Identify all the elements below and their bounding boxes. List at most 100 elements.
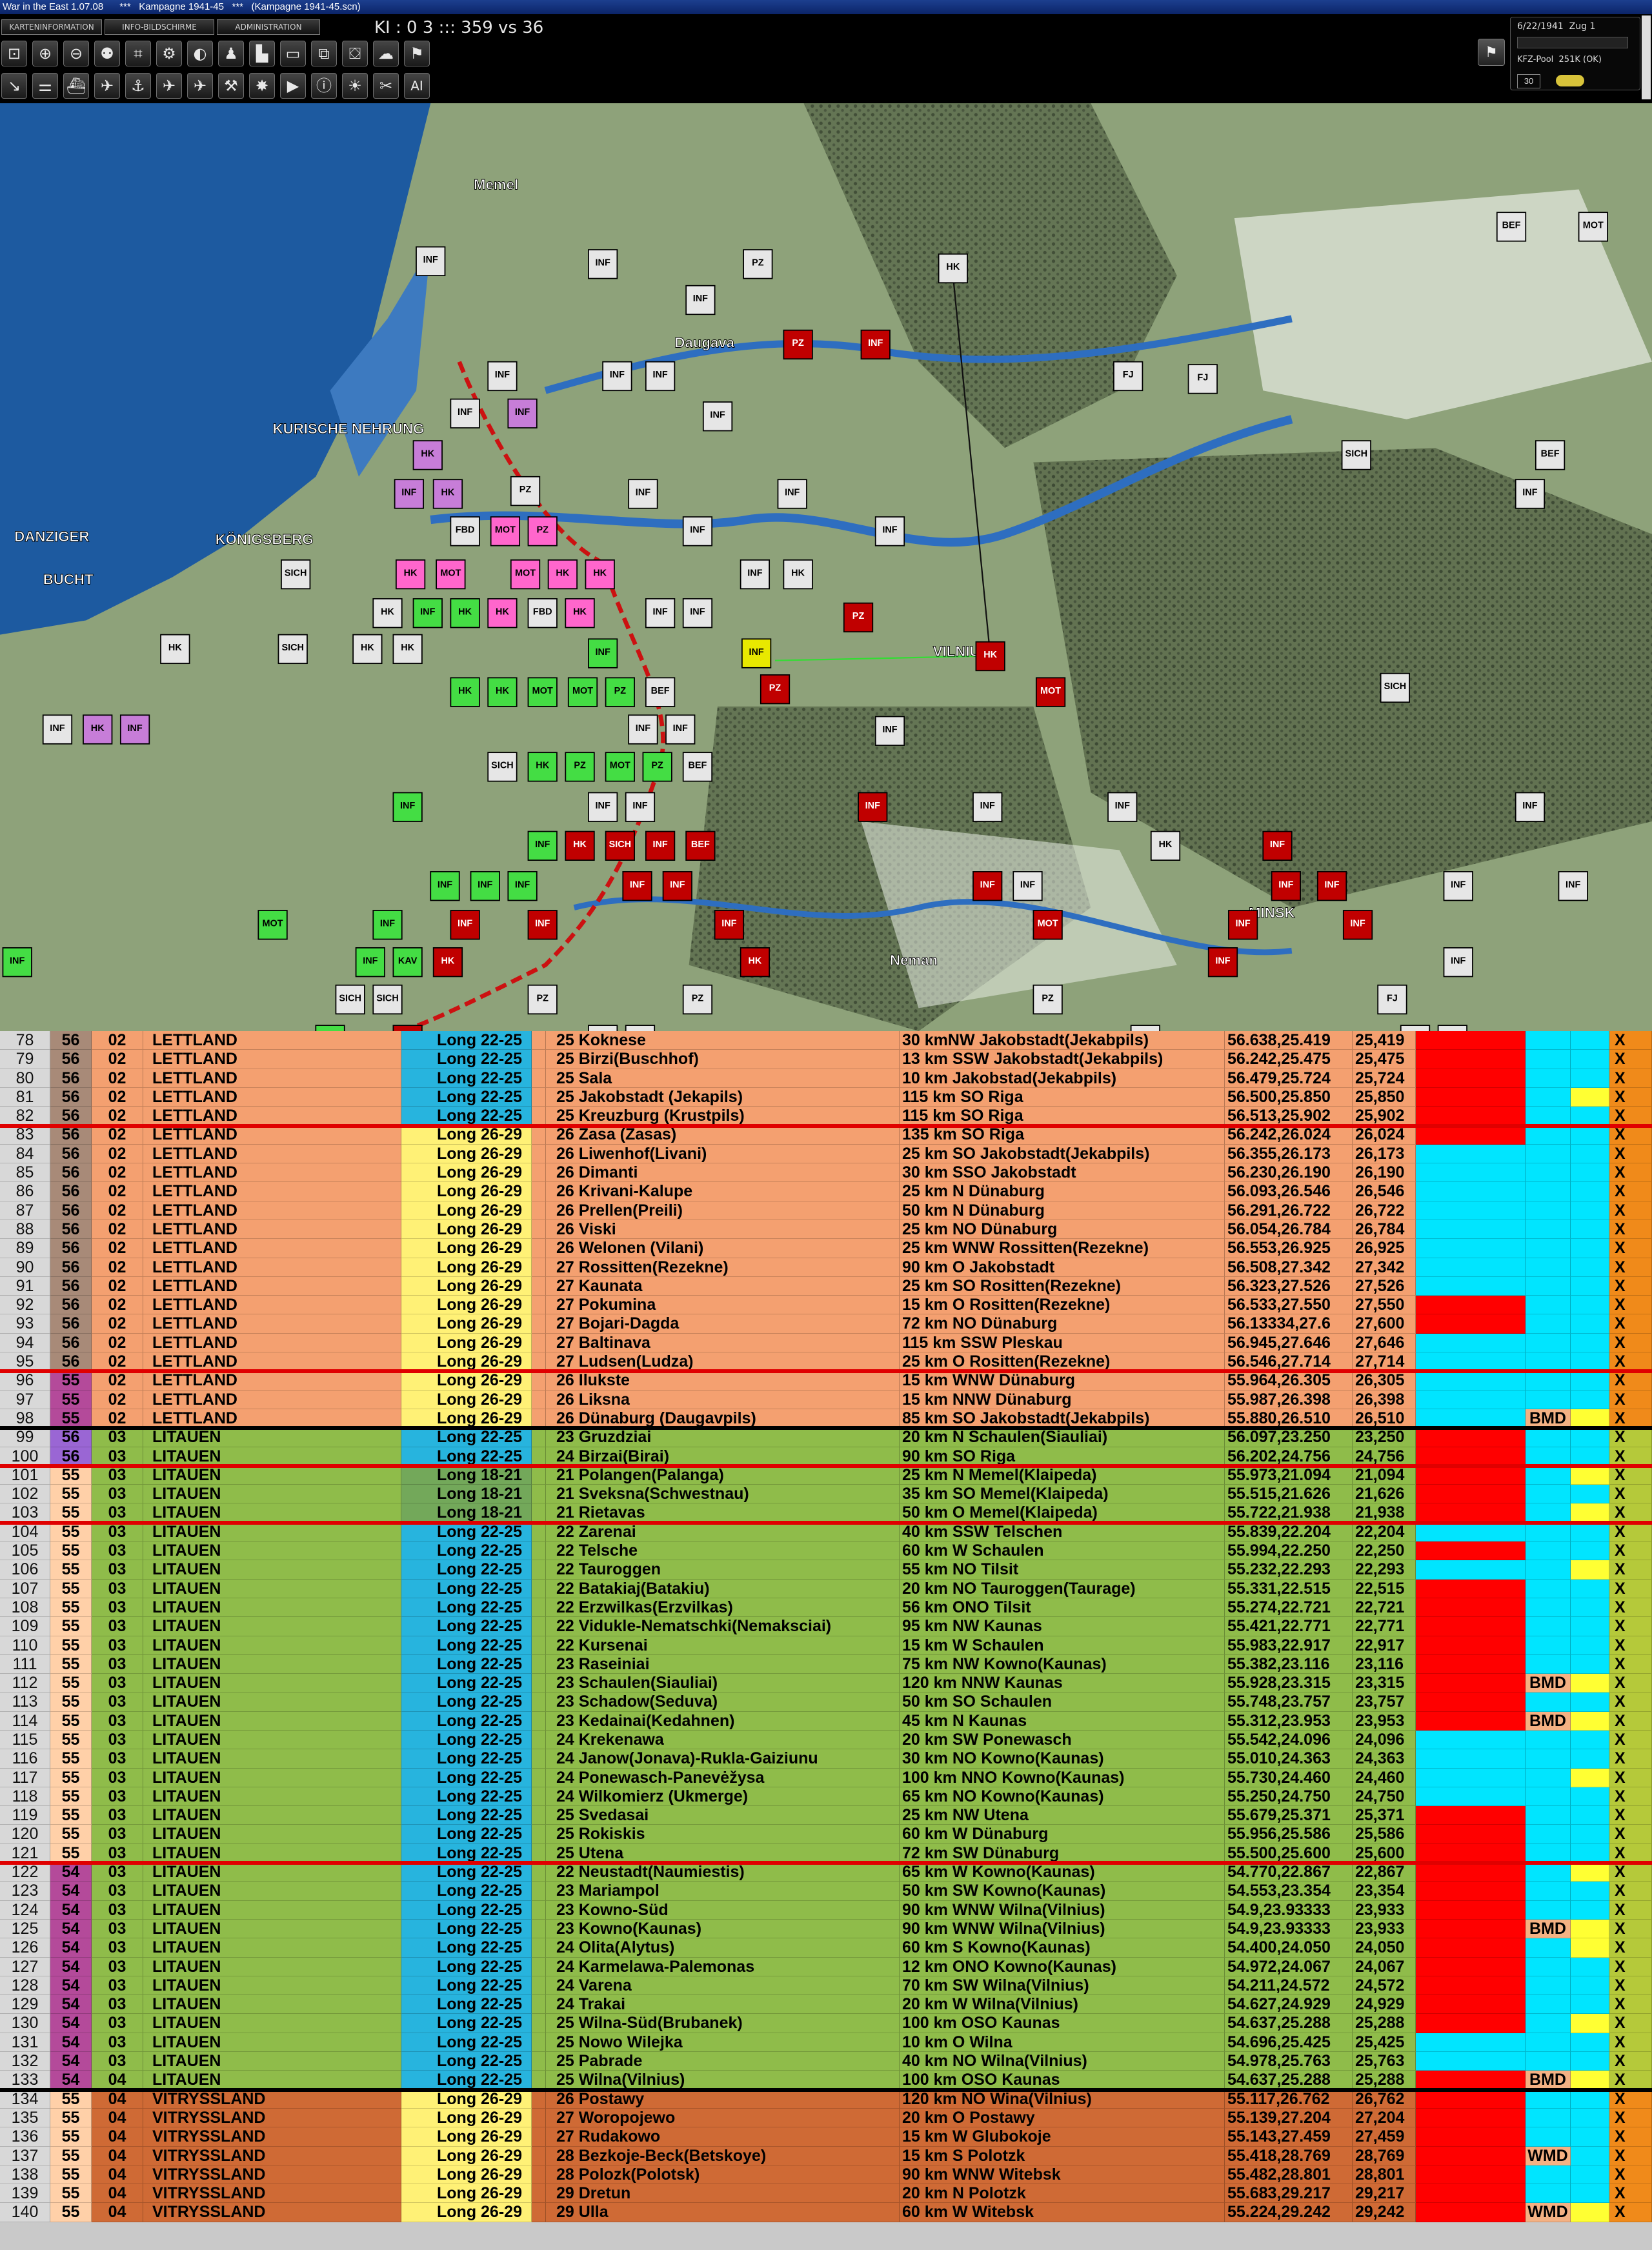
- spacer-cell[interactable]: [532, 2033, 546, 2053]
- unit-counter[interactable]: SICH: [372, 984, 403, 1015]
- coords-cell[interactable]: 54.770,22.867: [1225, 1863, 1353, 1882]
- town-cell[interactable]: 22 Kursenai: [546, 1636, 900, 1655]
- yellow-flag-cell[interactable]: [1571, 2052, 1609, 2071]
- unit-counter[interactable]: INF: [470, 871, 500, 901]
- mark-cell[interactable]: X: [1609, 1579, 1652, 1598]
- coords-cell[interactable]: 55.683,29.217: [1225, 2184, 1353, 2204]
- country-cell[interactable]: LITAUEN: [143, 1617, 401, 1636]
- region-code[interactable]: 03: [92, 1522, 143, 1542]
- distance-cell[interactable]: 25 km N Dünaburg: [900, 1182, 1225, 1201]
- country-cell[interactable]: LITAUEN: [143, 2014, 401, 2033]
- yellow-flag-cell[interactable]: [1571, 1107, 1609, 1126]
- lat-cell[interactable]: 55: [50, 2165, 92, 2185]
- red-flag-cell[interactable]: [1416, 1806, 1526, 1825]
- long-cell[interactable]: Long 26-29: [401, 1201, 532, 1220]
- yellow-flag-cell[interactable]: [1571, 1749, 1609, 1769]
- yellow-flag-cell[interactable]: [1571, 1995, 1609, 2014]
- mark-cell[interactable]: X: [1609, 2127, 1652, 2147]
- district-cell[interactable]: [1526, 1957, 1571, 1976]
- country-cell[interactable]: LITAUEN: [143, 1787, 401, 1807]
- mark-cell[interactable]: X: [1609, 2184, 1652, 2204]
- yellow-flag-cell[interactable]: [1571, 1806, 1609, 1825]
- mark-cell[interactable]: X: [1609, 1050, 1652, 1069]
- town-cell[interactable]: 24 Trakai: [546, 1995, 900, 2014]
- yellow-flag-cell[interactable]: [1571, 1409, 1609, 1429]
- airfield-icon[interactable]: ⚓: [125, 73, 151, 99]
- table-row[interactable]: 96 55 02 LETTLAND Long 26-29 26 Ilukste 15 km …: [0, 1371, 1652, 1391]
- mark-cell[interactable]: X: [1609, 1636, 1652, 1655]
- red-flag-cell[interactable]: [1416, 1031, 1526, 1050]
- town-cell[interactable]: 26 Liksna: [546, 1390, 900, 1409]
- coords-cell[interactable]: 56.13334,27.6: [1225, 1314, 1353, 1334]
- mark-cell[interactable]: X: [1609, 1390, 1652, 1409]
- district-cell[interactable]: BMD: [1526, 1409, 1571, 1429]
- red-flag-cell[interactable]: [1416, 1333, 1526, 1353]
- long-cell[interactable]: Long 22-25: [401, 1560, 532, 1580]
- country-cell[interactable]: VITRYSSLAND: [143, 2165, 401, 2185]
- red-flag-cell[interactable]: [1416, 1503, 1526, 1523]
- mark-cell[interactable]: X: [1609, 1409, 1652, 1429]
- long-cell[interactable]: Long 26-29: [401, 1144, 532, 1164]
- region-code[interactable]: 03: [92, 1465, 143, 1485]
- town-cell[interactable]: 22 Erzwilkas(Erzvilkas): [546, 1598, 900, 1618]
- table-row[interactable]: 119 55 03 LITAUEN Long 22-25 25 Svedasai 25 km…: [0, 1806, 1652, 1825]
- unit-counter[interactable]: INF: [450, 398, 480, 428]
- town-cell[interactable]: 23 Schadow(Seduva): [546, 1693, 900, 1712]
- red-flag-cell[interactable]: [1416, 2071, 1526, 2090]
- spacer-cell[interactable]: [532, 1542, 546, 1561]
- red-flag-cell[interactable]: [1416, 2014, 1526, 2033]
- region-code[interactable]: 03: [92, 1843, 143, 1863]
- district-cell[interactable]: [1526, 1428, 1571, 1447]
- district-cell[interactable]: [1526, 1314, 1571, 1334]
- long-cell[interactable]: Long 22-25: [401, 1107, 532, 1126]
- unit-counter[interactable]: INF: [394, 479, 425, 509]
- distance-cell[interactable]: 40 km SSW Telschen: [900, 1522, 1225, 1542]
- long-cell[interactable]: Long 26-29: [401, 1296, 532, 1315]
- mark-cell[interactable]: X: [1609, 1654, 1652, 1674]
- lat-cell[interactable]: 54: [50, 1882, 92, 1901]
- table-row[interactable]: 116 55 03 LITAUEN Long 22-25 24 Janow(Jonava)…: [0, 1749, 1652, 1769]
- spacer-cell[interactable]: [532, 1900, 546, 1920]
- long-value-cell[interactable]: 24,460: [1353, 1768, 1416, 1787]
- region-code[interactable]: 03: [92, 1749, 143, 1769]
- region-code[interactable]: 02: [92, 1390, 143, 1409]
- lat-cell[interactable]: 55: [50, 2146, 92, 2165]
- country-cell[interactable]: LETTLAND: [143, 1050, 401, 1069]
- long-cell[interactable]: Long 22-25: [401, 1957, 532, 1976]
- table-row[interactable]: 129 54 03 LITAUEN Long 22-25 24 Trakai 20 km W…: [0, 1995, 1652, 2014]
- unit-counter[interactable]: SICH: [605, 830, 635, 861]
- mark-cell[interactable]: X: [1609, 1522, 1652, 1542]
- region-code[interactable]: 02: [92, 1069, 143, 1088]
- spacer-cell[interactable]: [532, 1465, 546, 1485]
- district-cell[interactable]: [1526, 1843, 1571, 1863]
- flag-button[interactable]: ⚑: [1478, 39, 1505, 66]
- country-cell[interactable]: LITAUEN: [143, 1674, 401, 1693]
- yellow-flag-cell[interactable]: [1571, 1296, 1609, 1315]
- distance-cell[interactable]: 45 km N Kaunas: [900, 1711, 1225, 1731]
- spacer-cell[interactable]: [532, 1693, 546, 1712]
- long-value-cell[interactable]: 29,217: [1353, 2184, 1416, 2204]
- spacer-cell[interactable]: [532, 2014, 546, 2033]
- spacer-cell[interactable]: [532, 1863, 546, 1882]
- mark-cell[interactable]: X: [1609, 1598, 1652, 1618]
- region-code[interactable]: 04: [92, 2165, 143, 2185]
- unit-counter[interactable]: HK: [372, 598, 403, 628]
- long-value-cell[interactable]: 26,024: [1353, 1125, 1416, 1145]
- district-cell[interactable]: [1526, 2108, 1571, 2128]
- unit-counter[interactable]: HK: [352, 634, 383, 665]
- country-cell[interactable]: LETTLAND: [143, 1182, 401, 1201]
- region-code[interactable]: 03: [92, 1938, 143, 1958]
- long-cell[interactable]: Long 22-25: [401, 1730, 532, 1750]
- unit-counter[interactable]: HK: [83, 714, 113, 745]
- lat-cell[interactable]: 56: [50, 1163, 92, 1183]
- unit-counter[interactable]: FJ: [1400, 1025, 1431, 1031]
- district-cell[interactable]: [1526, 1069, 1571, 1088]
- distance-cell[interactable]: 56 km ONO Tilsit: [900, 1598, 1225, 1618]
- distance-cell[interactable]: 75 km NW Kowno(Kaunas): [900, 1654, 1225, 1674]
- unit-counter[interactable]: PZ: [843, 602, 874, 633]
- distance-cell[interactable]: 115 km SO Riga: [900, 1087, 1225, 1107]
- coords-cell[interactable]: 56.242,25.475: [1225, 1050, 1353, 1069]
- region-code[interactable]: 02: [92, 1258, 143, 1277]
- coords-cell[interactable]: 54.627,24.929: [1225, 1995, 1353, 2014]
- town-cell[interactable]: 24 Varena: [546, 1976, 900, 1996]
